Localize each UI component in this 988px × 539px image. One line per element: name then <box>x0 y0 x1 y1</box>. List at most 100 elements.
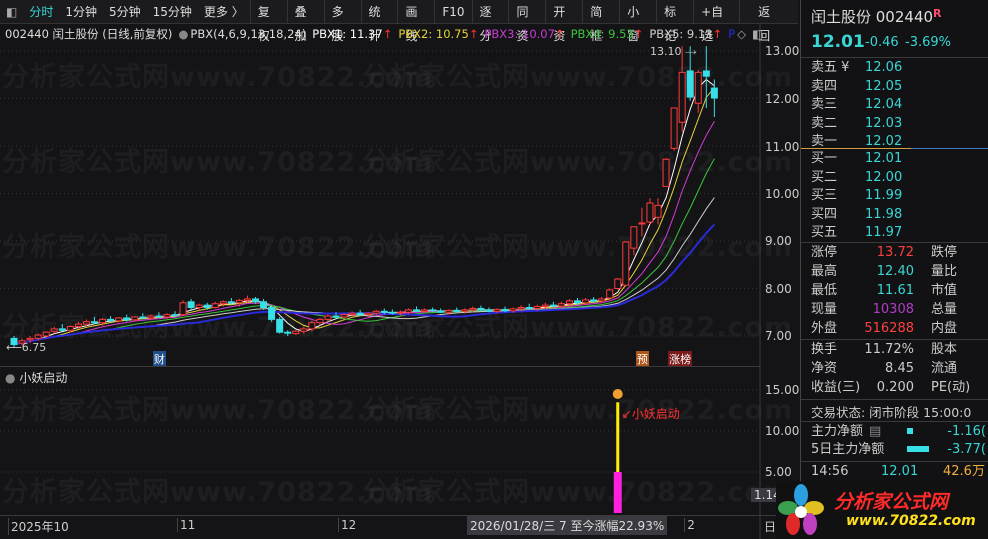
sub-indicator-title[interactable]: ● 小妖启动 <box>5 369 67 386</box>
ask-row: 卖五 ¥12.06 <box>811 60 903 75</box>
bid-row: 买四 11.98 <box>811 206 903 222</box>
candle-body <box>372 310 380 314</box>
candle <box>268 305 276 322</box>
candle-body <box>292 330 300 335</box>
stock-title: 002440 闰土股份 (日线,前复权) <box>5 26 173 41</box>
candle-body <box>469 307 477 311</box>
candle-body <box>525 307 533 309</box>
pbx2-value: PBX2: 10.75↑ <box>398 26 479 41</box>
diamond-icon[interactable]: ◇ <box>737 27 746 41</box>
stat-row: 净资 8.45 流通 <box>811 361 958 376</box>
time-axis-divider <box>0 515 800 516</box>
panel-icon[interactable]: ◧ <box>752 27 763 41</box>
candle <box>662 157 670 187</box>
candle-body <box>300 328 308 332</box>
candle <box>139 313 147 320</box>
candle <box>606 288 614 299</box>
bid-row: 买一 12.01 <box>811 151 903 166</box>
candle-body <box>598 298 606 302</box>
stat-row: 现量 10308 总量 <box>811 302 958 317</box>
candle-body <box>670 107 678 149</box>
candle <box>107 316 115 322</box>
candle-body <box>364 312 372 316</box>
last-price: 12.01 <box>811 32 865 52</box>
candle-body <box>380 310 388 313</box>
stat-row: 收益(三) 0.200 PE(动) <box>811 380 971 395</box>
candle <box>155 312 163 318</box>
candle <box>91 317 98 325</box>
candle-body <box>276 318 284 333</box>
candle <box>654 198 662 225</box>
candle-body <box>614 278 622 289</box>
candle-body <box>582 299 590 304</box>
candle-body <box>211 303 219 309</box>
candle-body <box>179 302 187 316</box>
event-marker[interactable]: 预 <box>635 351 649 367</box>
indicator-name[interactable]: PBX(4,6,9,13,18,24) <box>190 27 306 41</box>
candle <box>276 317 284 334</box>
brand-logo: 分析家公式网 www.70822.com <box>776 481 988 539</box>
candle <box>437 308 445 314</box>
candle <box>211 301 219 309</box>
candle-body <box>662 158 670 187</box>
candle-body <box>131 316 139 321</box>
time-axis-label: 12 <box>338 518 356 532</box>
candle-body <box>493 308 501 312</box>
candle-body <box>694 71 702 104</box>
candle-body <box>533 306 541 309</box>
stat-row: 最低 11.61 市值 <box>811 283 958 298</box>
detail-icon: ▤ <box>869 424 882 439</box>
pbx5-value: PBX5: 9.13↑ <box>649 26 723 41</box>
candle-body <box>58 328 66 331</box>
price-axis-label: 8.00 <box>765 282 792 296</box>
candle <box>252 297 259 304</box>
candle <box>630 226 638 256</box>
candle <box>694 70 702 113</box>
ma-line-13 <box>13 158 715 346</box>
candle-body <box>445 309 453 313</box>
candle-body <box>187 301 195 308</box>
candle-body <box>678 71 686 123</box>
price-change: -0.46 <box>865 35 899 50</box>
candle-body <box>332 315 340 318</box>
price-axis-label: 13.00 <box>765 44 800 58</box>
candle-body <box>115 317 123 322</box>
candle-body <box>284 331 292 334</box>
candle <box>525 303 533 310</box>
pbx4-value: PBX4: 9.53↑ <box>570 26 644 41</box>
price-axis-label: 12.00 <box>765 92 800 106</box>
event-marker[interactable]: 涨榜 <box>668 351 693 367</box>
candle-body <box>316 318 324 324</box>
ask-row: 卖四 12.05 <box>811 78 903 94</box>
candle-body <box>171 314 179 317</box>
candle-body <box>235 299 243 304</box>
candle-body <box>42 331 50 337</box>
main-net-flow: 主力净额 ▤ -1.16( <box>811 424 986 439</box>
candle-body <box>147 315 155 319</box>
candle-body <box>574 300 581 304</box>
candle-body <box>622 241 630 286</box>
event-marker[interactable]: 财 <box>152 351 166 367</box>
candle-body <box>252 298 259 303</box>
low-price-label: ⟵6.75 <box>6 341 47 354</box>
stat-row: 涨停 13.72 跌停 <box>811 245 958 260</box>
candle-body <box>630 226 638 249</box>
sub-axis-label: 15.00 <box>765 383 800 397</box>
candle-body <box>74 323 82 327</box>
signal-bar-base <box>613 472 622 513</box>
candle-body <box>557 303 565 307</box>
candle <box>678 46 686 132</box>
candle <box>292 330 300 336</box>
r-badge: R <box>933 7 942 20</box>
p-icon[interactable]: P <box>728 27 735 41</box>
candle-body <box>541 304 549 308</box>
candle-body <box>195 304 203 308</box>
indicator-toggle-icon[interactable]: ● <box>178 27 188 41</box>
stat-row: 最高 12.40 量比 <box>811 264 958 279</box>
candle <box>646 198 654 225</box>
candle <box>670 107 678 151</box>
kline-chart[interactable] <box>0 0 800 539</box>
candle-body <box>590 299 598 302</box>
stat-row: 外盘 516288 内盘 <box>811 321 958 336</box>
candle <box>622 241 630 287</box>
